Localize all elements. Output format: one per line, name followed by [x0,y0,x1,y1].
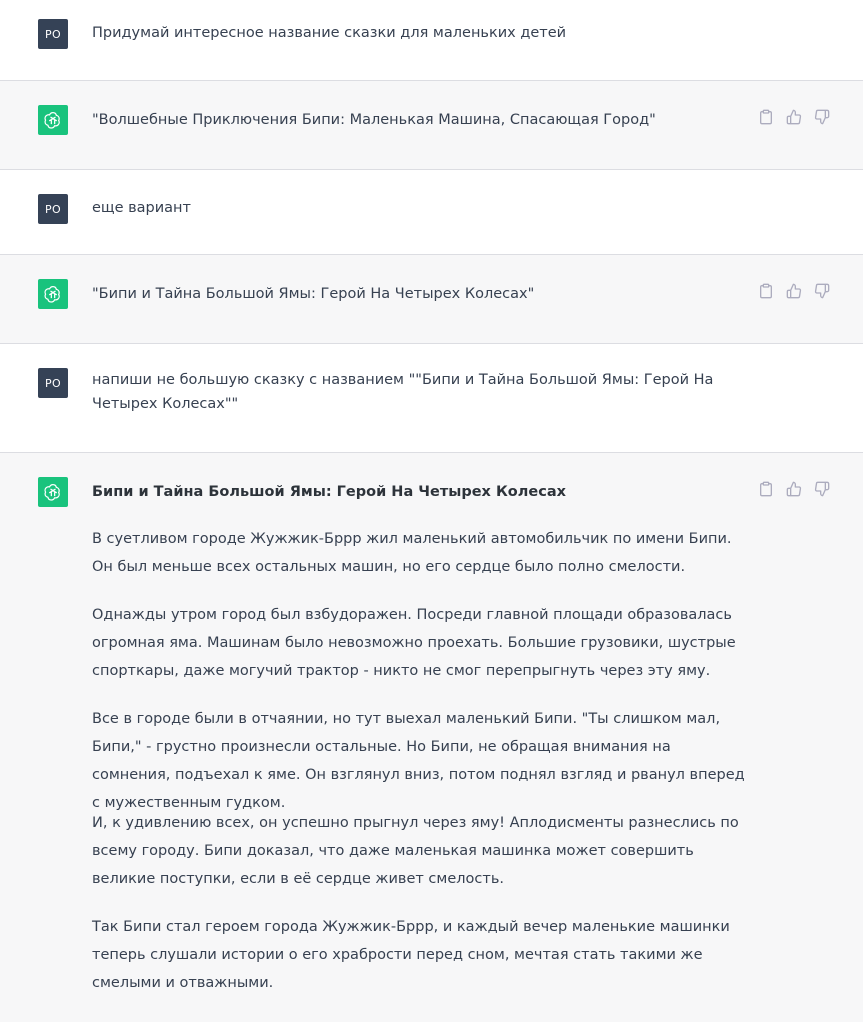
user-message: PO еще вариант [0,170,863,255]
clipboard-icon [760,109,772,125]
user-avatar-initials: PO [45,27,61,41]
story-paragraph: В суетливом городе Жужжик-Бррр жил мален… [92,531,732,575]
assistant-avatar [38,477,68,507]
like-button[interactable] [785,480,803,498]
openai-logo-icon [44,112,60,129]
user-avatar: PO [38,368,68,398]
thumbs-up-icon [786,109,802,125]
assistant-message: "Бипи и Тайна Большой Ямы: Герой На Четы… [0,255,863,344]
thumbs-down-icon [814,481,830,497]
copy-button[interactable] [757,282,775,300]
story-paragraph: Так Бипи стал героем города Жужжик-Бррр,… [92,919,730,991]
openai-logo-icon [44,484,60,501]
message-text: Придумай интересное название сказки для … [92,25,567,41]
copy-button[interactable] [757,108,775,126]
clipboard-icon [760,283,772,299]
user-message: PO напиши не большую сказку с названием … [0,344,863,453]
thumbs-up-icon [786,481,802,497]
message-text: еще вариант [92,200,191,216]
message-text: напиши не большую сказку с названием ""Б… [92,372,714,412]
openai-logo-icon [44,286,60,303]
dislike-button[interactable] [813,108,831,126]
user-avatar-initials: PO [45,376,61,390]
copy-button[interactable] [757,480,775,498]
user-avatar: PO [38,194,68,224]
story-paragraph: Все в городе были в отчаянии, но тут вые… [92,711,745,811]
message-actions [757,282,831,300]
dislike-button[interactable] [813,282,831,300]
message-actions [757,108,831,126]
story-paragraph: Однажды утром город был взбудоражен. Пос… [92,607,736,679]
assistant-message: Бипи и Тайна Большой Ямы: Герой На Четыр… [0,453,863,1022]
story-title: Бипи и Тайна Большой Ямы: Герой На Четыр… [92,484,566,500]
message-actions [757,480,831,498]
clipboard-icon [760,481,772,497]
story-paragraph: И, к удивлению всех, он успешно прыгнул … [92,815,739,887]
thumbs-up-icon [786,283,802,299]
message-text: "Волшебные Приключения Бипи: Маленькая М… [92,112,656,128]
like-button[interactable] [785,108,803,126]
user-message: PO Придумай интересное название сказки д… [0,0,863,81]
user-avatar: PO [38,19,68,49]
thumbs-down-icon [814,109,830,125]
assistant-avatar [38,105,68,135]
assistant-avatar [38,279,68,309]
assistant-message: "Волшебные Приключения Бипи: Маленькая М… [0,81,863,170]
like-button[interactable] [785,282,803,300]
message-text: "Бипи и Тайна Большой Ямы: Герой На Четы… [92,286,535,302]
dislike-button[interactable] [813,480,831,498]
user-avatar-initials: PO [45,202,61,216]
thumbs-down-icon [814,283,830,299]
conversation-thread: PO Придумай интересное название сказки д… [0,0,863,1022]
